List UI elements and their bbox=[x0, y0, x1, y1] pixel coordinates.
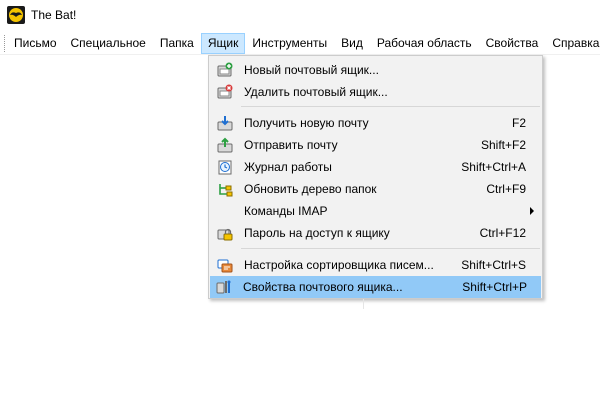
the-bat-logo-icon bbox=[7, 6, 25, 24]
menu-item-log[interactable]: Журнал работы Shift+Ctrl+A bbox=[211, 156, 540, 178]
menu-item-delete-mailbox[interactable]: Удалить почтовый ящик... bbox=[211, 81, 540, 103]
new-mailbox-icon bbox=[217, 62, 233, 78]
menu-item-label: Команды IMAP bbox=[244, 204, 328, 218]
menu-special[interactable]: Специальное bbox=[64, 33, 153, 54]
menu-item-label: Свойства почтового ящика... bbox=[243, 280, 403, 294]
menu-item-label: Пароль на доступ к ящику bbox=[244, 226, 390, 240]
menu-item-label: Отправить почту bbox=[244, 138, 338, 152]
menu-properties[interactable]: Свойства bbox=[479, 33, 546, 54]
menu-separator bbox=[241, 248, 540, 249]
empty-icon-slot bbox=[217, 203, 233, 219]
menu-item-shortcut: Shift+Ctrl+A bbox=[461, 160, 526, 174]
menu-item-label: Удалить почтовый ящик... bbox=[244, 85, 388, 99]
sorter-icon bbox=[217, 257, 233, 273]
get-mail-icon bbox=[217, 115, 233, 131]
menu-bar: Письмо Специальное Папка Ящик Инструмент… bbox=[0, 32, 600, 55]
pane-divider bbox=[363, 299, 364, 309]
menu-item-mailbox-properties[interactable]: Свойства почтового ящика... Shift+Ctrl+P bbox=[210, 276, 541, 298]
title-bar: The Bat! bbox=[0, 0, 600, 30]
menu-item-refresh-tree[interactable]: Обновить дерево папок Ctrl+F9 bbox=[211, 178, 540, 200]
log-icon bbox=[217, 159, 233, 175]
menu-workspace[interactable]: Рабочая область bbox=[370, 33, 479, 54]
send-mail-icon bbox=[217, 137, 233, 153]
menu-item-imap-commands[interactable]: Команды IMAP bbox=[211, 200, 540, 222]
menu-item-shortcut: F2 bbox=[511, 116, 526, 130]
menu-item-shortcut: Shift+Ctrl+S bbox=[461, 258, 526, 272]
menu-item-shortcut: Shift+F2 bbox=[480, 138, 526, 152]
delete-mailbox-icon bbox=[217, 84, 233, 100]
menu-letter[interactable]: Письмо bbox=[7, 33, 64, 54]
lock-icon bbox=[217, 225, 233, 241]
menu-item-new-mailbox[interactable]: Новый почтовый ящик... bbox=[211, 59, 540, 81]
menubar-grip[interactable] bbox=[4, 34, 5, 52]
menu-item-shortcut: Ctrl+F12 bbox=[479, 226, 526, 240]
menu-mailbox[interactable]: Ящик bbox=[200, 32, 246, 54]
menu-folder[interactable]: Папка bbox=[153, 33, 201, 54]
menu-item-shortcut: Shift+Ctrl+P bbox=[462, 280, 527, 294]
menu-item-label: Настройка сортировщика писем... bbox=[244, 258, 434, 272]
menu-view[interactable]: Вид bbox=[334, 33, 370, 54]
menu-item-mailbox-password[interactable]: Пароль на доступ к ящику Ctrl+F12 bbox=[211, 222, 540, 244]
menu-item-sorter-settings[interactable]: Настройка сортировщика писем... Shift+Ct… bbox=[211, 254, 540, 276]
menu-item-label: Журнал работы bbox=[244, 160, 332, 174]
mailbox-properties-icon bbox=[216, 279, 232, 295]
mailbox-dropdown-menu: Новый почтовый ящик... Удалить почтовый … bbox=[208, 55, 543, 299]
menu-help[interactable]: Справка bbox=[545, 33, 600, 54]
refresh-tree-icon bbox=[217, 181, 233, 197]
menu-separator bbox=[241, 106, 540, 107]
menu-item-send-mail[interactable]: Отправить почту Shift+F2 bbox=[211, 134, 540, 156]
menu-item-shortcut: Ctrl+F9 bbox=[486, 182, 526, 196]
submenu-arrow-icon bbox=[530, 207, 534, 215]
menu-item-label: Обновить дерево папок bbox=[244, 182, 377, 196]
menu-item-label: Получить новую почту bbox=[244, 116, 369, 130]
menu-tools[interactable]: Инструменты bbox=[245, 33, 334, 54]
menu-item-label: Новый почтовый ящик... bbox=[244, 63, 379, 77]
menu-item-get-mail[interactable]: Получить новую почту F2 bbox=[211, 112, 540, 134]
window-title: The Bat! bbox=[31, 8, 77, 22]
